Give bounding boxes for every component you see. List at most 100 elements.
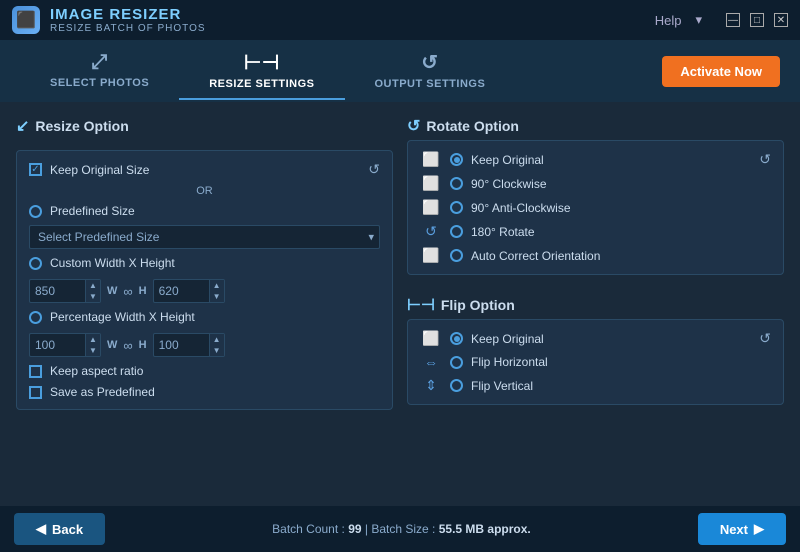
rotate-auto-label: Auto Correct Orientation [471,249,600,263]
custom-width-input[interactable] [30,281,85,301]
rotate-180-radio[interactable] [450,225,463,238]
pct-height-down[interactable]: ▼ [210,345,224,356]
keep-aspect-ratio-checkbox[interactable] [29,365,42,378]
rotate-180-icon: ↺ [420,223,442,240]
predefined-radio[interactable] [29,205,42,218]
custom-size-row: Custom Width X Height [29,256,380,270]
custom-h-label: H [139,285,147,297]
pct-height-up[interactable]: ▲ [210,334,224,345]
rotate-auto-row: ⬜ Auto Correct Orientation [420,247,771,264]
minimize-button[interactable]: — [726,13,740,27]
predefined-size-select[interactable]: Select Predefined Size [29,225,380,249]
flip-horiz-label: Flip Horizontal [471,355,548,369]
rotate-auto-radio[interactable] [450,249,463,262]
tab-output-label: OUTPUT SETTINGS [375,78,486,90]
rotate-cw90-radio[interactable] [450,177,463,190]
rotate-acw90-icon: ⬜ [420,199,442,216]
flip-option-title: ⊢⊣ Flip Option [407,295,784,315]
batch-size-label: Batch Size : [371,522,438,536]
pct-width-group: ▲ ▼ [29,333,101,357]
batch-info: Batch Count : 99 | Batch Size : 55.5 MB … [272,522,531,536]
pct-width-up[interactable]: ▲ [86,334,100,345]
resize-option-label: Resize Option [35,118,128,134]
save-as-predefined-row: Save as Predefined [29,385,380,399]
back-button[interactable]: ◀ Back [14,513,105,545]
help-chevron-icon: ▾ [695,12,702,28]
percentage-size-radio[interactable] [29,311,42,324]
flip-vert-icon: ⇕ [420,377,442,394]
app-title-block: IMAGE RESIZER RESIZE BATCH OF PHOTOS [50,6,206,34]
rotate-acw90-label: 90° Anti-Clockwise [471,201,571,215]
rotate-180-row: ↺ 180° Rotate [420,223,771,240]
help-label[interactable]: Help [655,13,682,28]
save-as-predefined-label: Save as Predefined [50,385,155,399]
custom-height-up[interactable]: ▲ [210,280,224,291]
tab-select-label: SELECT PHOTOS [50,77,149,89]
flip-horiz-row: ⇔ Flip Horizontal [420,354,771,370]
select-photos-icon: ⤢ [91,51,108,74]
flip-horiz-radio[interactable] [450,356,463,369]
rotate-keep-radio[interactable] [450,153,463,166]
main-content: ↙ Resize Option ✓ Keep Original Size ↺ O… [0,102,800,506]
flip-vert-radio[interactable] [450,379,463,392]
tab-output-settings[interactable]: ↺ OUTPUT SETTINGS [345,42,516,100]
next-chevron-icon: ▶ [754,521,764,537]
bottom-bar: ◀ Back Batch Count : 99 | Batch Size : 5… [0,506,800,552]
resize-option-icon: ↙ [16,116,29,136]
app-subtitle: RESIZE BATCH OF PHOTOS [50,23,206,34]
flip-horiz-icon: ⇔ [420,354,442,370]
rotate-option-label: Rotate Option [426,118,519,134]
save-as-predefined-checkbox[interactable] [29,386,42,399]
pct-width-input[interactable] [30,335,85,355]
reset-rotate-button[interactable]: ↺ [759,151,771,168]
flip-keep-original-row: ⬜ Keep Original [420,330,544,347]
reset-resize-button[interactable]: ↺ [368,161,380,178]
custom-height-input[interactable] [154,281,209,301]
tab-select-photos[interactable]: ⤢ SELECT PHOTOS [20,43,179,99]
pct-height-input[interactable] [154,335,209,355]
keep-original-header: ✓ Keep Original Size ↺ [29,161,380,178]
predefined-size-row: Predefined Size [29,204,380,218]
rotate-keep-icon: ⬜ [420,151,442,168]
rotate-option-icon: ↺ [407,116,420,136]
restore-button[interactable]: □ [750,13,764,27]
custom-dimensions-row: ▲ ▼ W ∞ H ▲ ▼ [29,279,380,303]
custom-height-down[interactable]: ▼ [210,291,224,302]
batch-count-value: 99 [348,522,361,536]
custom-height-spinners: ▲ ▼ [209,280,224,302]
pct-width-down[interactable]: ▼ [86,345,100,356]
tab-resize-settings[interactable]: ⊢⊣ RESIZE SETTINGS [179,42,344,100]
custom-width-down[interactable]: ▼ [86,291,100,302]
predefined-size-label: Predefined Size [50,204,135,218]
resize-option-title: ↙ Resize Option [16,116,393,136]
nav-tabs: ⤢ SELECT PHOTOS ⊢⊣ RESIZE SETTINGS ↺ OUT… [0,40,800,102]
rotate-option-title: ↺ Rotate Option [407,116,784,136]
keep-original-checkbox[interactable]: ✓ [29,163,42,176]
flip-option-label: Flip Option [441,297,515,313]
title-bar-left: ⬛ IMAGE RESIZER RESIZE BATCH OF PHOTOS [12,6,206,34]
rotate-keep-original-header: ⬜ Keep Original ↺ [420,151,771,168]
custom-width-up[interactable]: ▲ [86,280,100,291]
flip-option-box: ⬜ Keep Original ↺ ⇔ Flip Horizontal ⇕ Fl… [407,319,784,405]
flip-keep-radio[interactable] [450,332,463,345]
next-button[interactable]: Next ▶ [698,513,786,545]
rotate-acw90-row: ⬜ 90° Anti-Clockwise [420,199,771,216]
flip-option-section: ⊢⊣ Flip Option ⬜ Keep Original ↺ ⇔ Flip … [407,295,784,405]
custom-size-radio[interactable] [29,257,42,270]
resize-option-panel: ↙ Resize Option ✓ Keep Original Size ↺ O… [16,116,393,492]
activate-now-button[interactable]: Activate Now [662,56,780,87]
back-label: Back [52,522,83,537]
flip-keep-original-header: ⬜ Keep Original ↺ [420,330,771,347]
batch-count-label: Batch Count : [272,522,348,536]
reset-flip-button[interactable]: ↺ [759,330,771,347]
keep-original-size-row: ✓ Keep Original Size [29,163,149,177]
infinity-icon: ∞ [123,284,132,299]
pct-width-spinners: ▲ ▼ [85,334,100,356]
rotate-acw90-radio[interactable] [450,201,463,214]
close-button[interactable]: ✕ [774,13,788,27]
right-panel: ↺ Rotate Option ⬜ Keep Original ↺ ⬜ 90° … [407,116,784,492]
predefined-select-wrapper: Select Predefined Size [29,225,380,249]
output-settings-icon: ↺ [421,50,438,75]
keep-original-size-label: Keep Original Size [50,163,149,177]
app-title: IMAGE RESIZER [50,6,206,23]
